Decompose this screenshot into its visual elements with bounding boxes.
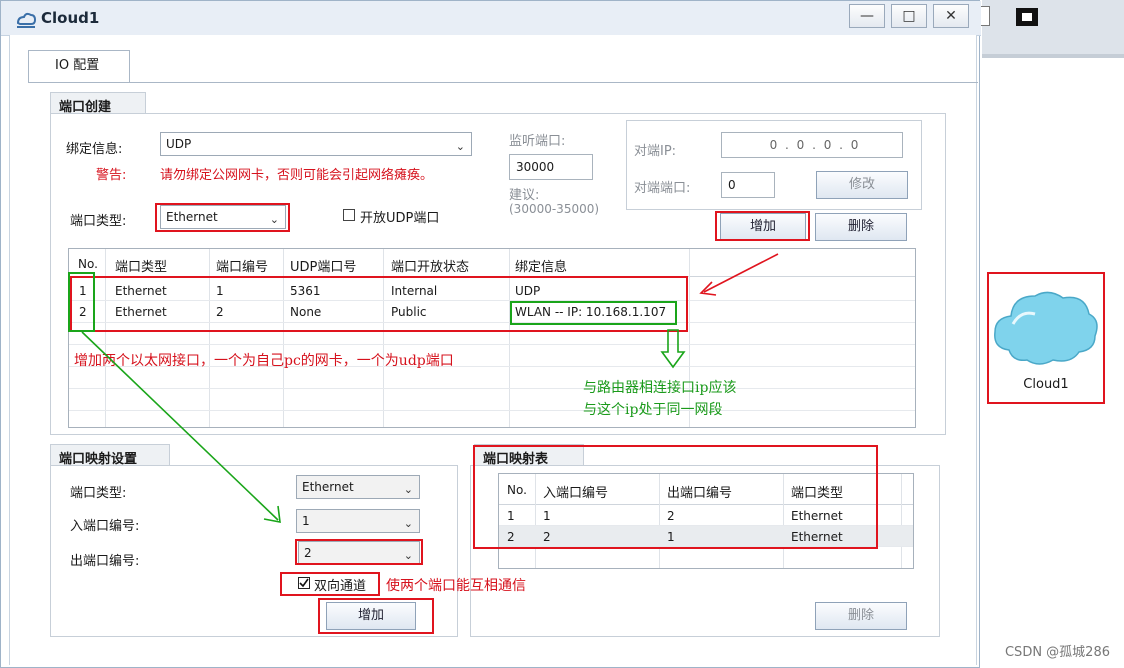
delete-mapping-button[interactable]: 删除 — [815, 602, 907, 630]
annotation-green-note-line2: 与这个ip处于同一网段 — [583, 402, 723, 418]
annotation-red-note-1: 增加两个以太网接口，一个为自己pc的网卡，一个为udp端口 — [74, 353, 454, 369]
delete-port-button[interactable]: 删除 — [815, 213, 907, 241]
annotation-red-note-2: 使两个端口能互相通信 — [386, 578, 526, 594]
bind-info-select[interactable]: UDP ⌄ — [160, 132, 472, 156]
listen-port-label: 监听端口: — [509, 134, 566, 149]
modify-button[interactable]: 修改 — [816, 171, 908, 199]
cloud-app-icon — [16, 12, 37, 28]
cloud-device-label: Cloud1 — [1023, 377, 1069, 392]
port-create-group-title: 端口创建 — [50, 92, 146, 115]
warning-label: 警告: — [96, 168, 127, 183]
warning-text: 请勿绑定公网网卡，否则可能会引起网络瘫痪。 — [160, 168, 434, 183]
highlight-add-mapping — [318, 598, 434, 634]
bind-info-value: UDP — [166, 137, 192, 151]
highlight-add-button — [715, 211, 810, 241]
peer-ip-label: 对端IP: — [634, 144, 677, 159]
in-port-value: 1 — [302, 514, 310, 528]
tab-io-config[interactable]: IO 配置 — [28, 50, 130, 82]
column-header[interactable]: UDP端口号 — [290, 256, 356, 275]
peer-port-label: 对端端口: — [634, 181, 691, 196]
column-header[interactable]: No. — [78, 257, 98, 271]
cloud-icon — [994, 291, 1098, 365]
port-type-label: 端口类型: — [70, 214, 127, 229]
highlight-wlan-ip — [510, 301, 677, 325]
highlight-bidirectional — [280, 572, 380, 596]
chevron-down-icon: ⌄ — [403, 483, 413, 496]
minimize-button[interactable]: — — [849, 4, 885, 28]
port-table[interactable]: No. 端口类型 端口编号 UDP端口号 端口开放状态 绑定信息 1 Ether… — [68, 248, 916, 428]
peer-ip-input[interactable]: 0 . 0 . 0 . 0 — [721, 132, 903, 158]
window-title: Cloud1 — [41, 9, 100, 27]
column-header[interactable]: 端口开放状态 — [391, 256, 469, 275]
listen-port-input[interactable]: 30000 — [509, 154, 593, 180]
highlight-out-port — [295, 539, 423, 565]
maximize-button[interactable]: □ — [891, 4, 927, 28]
port-map-settings-title: 端口映射设置 — [50, 444, 170, 467]
highlight-row-numbers — [68, 272, 95, 332]
open-udp-checkbox[interactable] — [343, 209, 355, 221]
toolbar-icon[interactable] — [1016, 8, 1038, 26]
open-udp-label: 开放UDP端口 — [360, 211, 440, 226]
bind-info-label: 绑定信息: — [66, 142, 123, 157]
highlight-mapping-table — [473, 445, 878, 549]
watermark: CSDN @孤城286 — [1004, 645, 1110, 660]
map-port-type-label: 端口类型: — [70, 486, 127, 501]
background-window-strip — [982, 0, 1124, 58]
column-header[interactable]: 绑定信息 — [515, 256, 567, 275]
out-port-label: 出端口编号: — [70, 554, 140, 569]
map-port-type-select[interactable]: Ethernet ⌄ — [296, 475, 420, 499]
column-header[interactable]: 端口类型 — [115, 256, 167, 275]
in-port-label: 入端口编号: — [70, 519, 140, 534]
chevron-down-icon: ⌄ — [455, 140, 465, 153]
chevron-down-icon: ⌄ — [403, 517, 413, 530]
suggest-range: (30000-35000) — [509, 202, 600, 216]
peer-port-input[interactable]: 0 — [721, 172, 775, 198]
map-port-type-value: Ethernet — [302, 480, 354, 494]
title-bar[interactable]: Cloud1 — □ ✕ — [1, 1, 981, 36]
in-port-select[interactable]: 1 ⌄ — [296, 509, 420, 533]
cloud-device[interactable]: Cloud1 — [987, 272, 1105, 404]
annotation-green-note-line1: 与路由器相连接口ip应该 — [583, 380, 737, 396]
column-header[interactable]: 端口编号 — [216, 256, 268, 275]
highlight-port-type — [155, 203, 290, 232]
close-button[interactable]: ✕ — [933, 4, 969, 28]
suggest-label: 建议: — [509, 188, 540, 203]
